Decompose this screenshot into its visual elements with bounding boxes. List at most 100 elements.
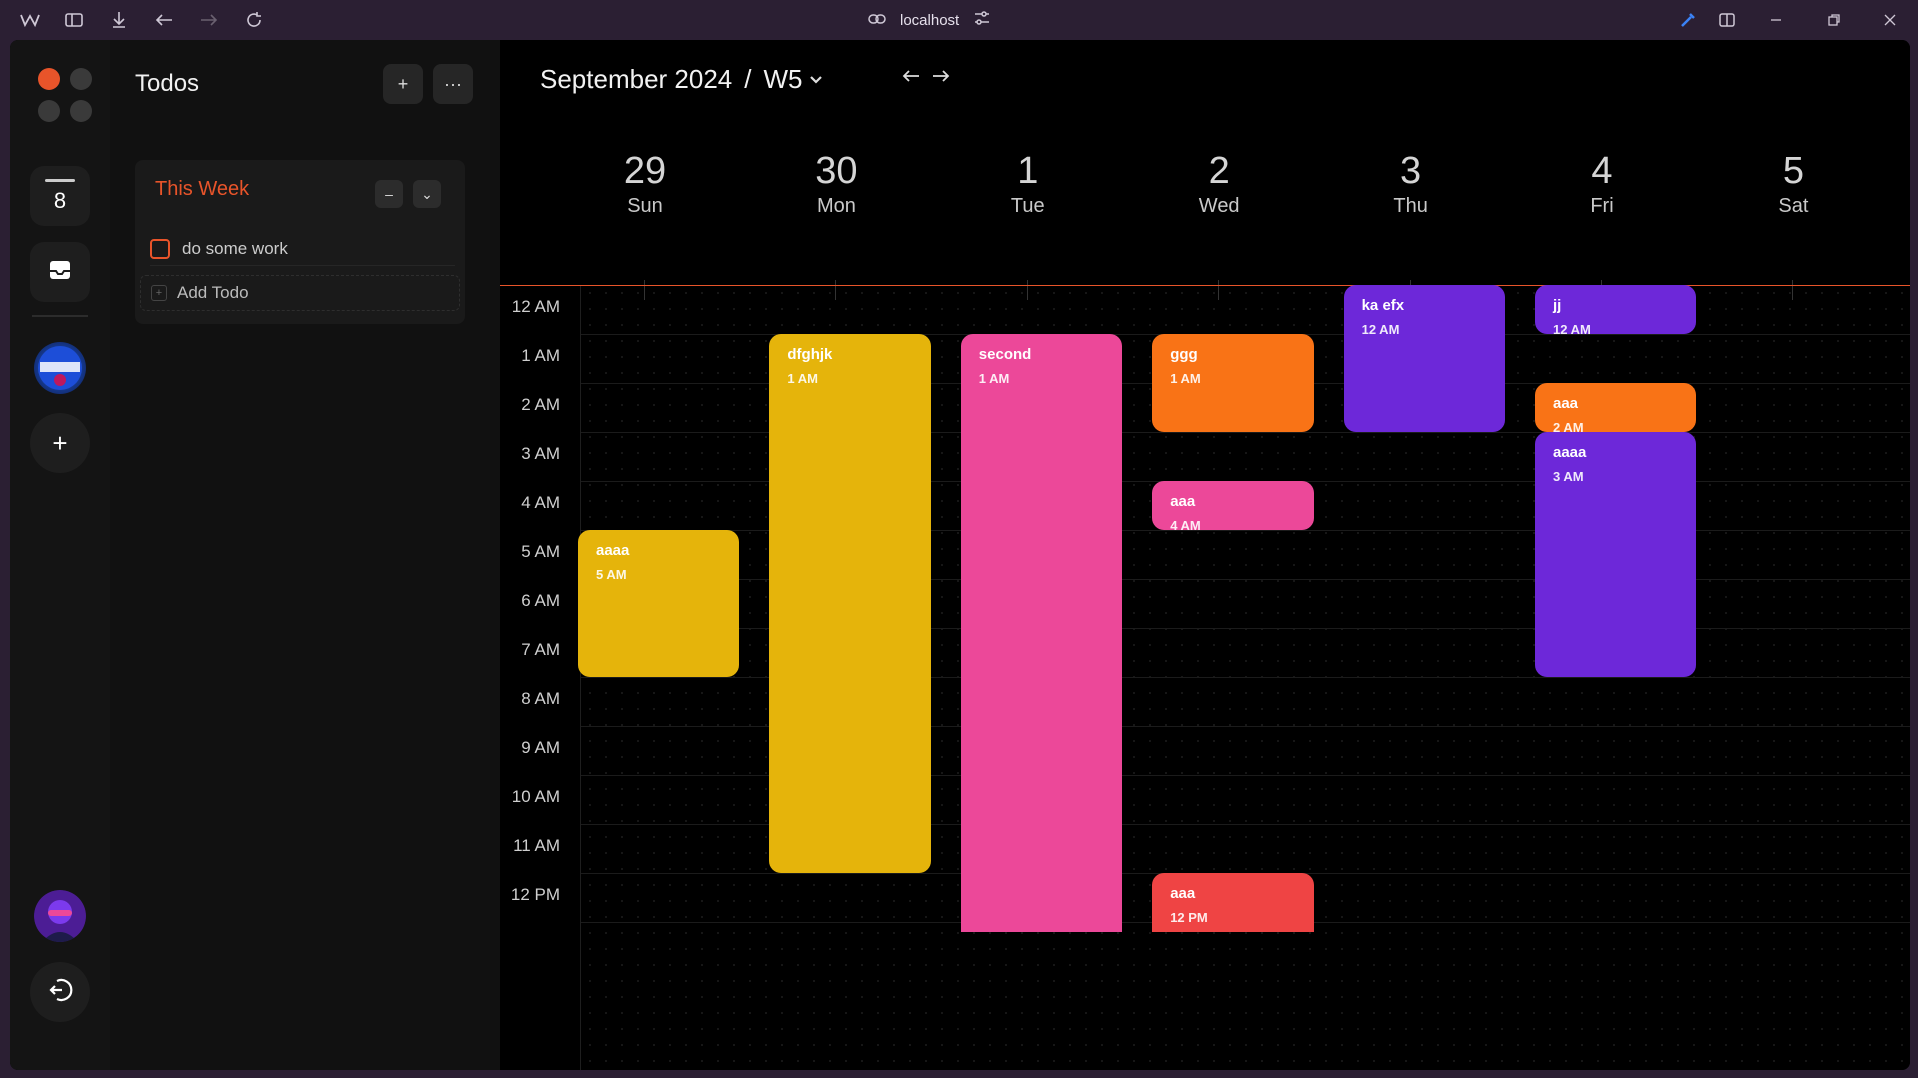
calendar-event[interactable]: second 1 AM (960, 334, 1123, 932)
day-header[interactable]: 29 Sun (570, 150, 720, 300)
plus-icon: + (52, 427, 68, 458)
user-avatar[interactable] (34, 890, 86, 942)
next-week-icon[interactable] (932, 64, 950, 90)
event-time: 1 AM (1170, 371, 1201, 386)
collapse-section-button[interactable]: – (375, 180, 403, 208)
minimize-icon[interactable] (1764, 8, 1788, 32)
download-icon[interactable] (107, 8, 131, 32)
todo-item[interactable]: do some work (150, 232, 455, 266)
sidebar-toggle-icon[interactable] (62, 8, 86, 32)
hour-label: 12 PM (510, 885, 560, 904)
calendar-event[interactable]: dfghjk 1 AM (769, 334, 931, 873)
event-title: ka efx (1361, 297, 1405, 314)
calendar-event[interactable]: aaa 2 AM (1535, 383, 1697, 432)
hour-label: 11 AM (513, 836, 560, 855)
add-workspace-button[interactable]: + (30, 413, 90, 473)
day-name: Fri (1590, 195, 1614, 217)
todo-checkbox[interactable] (150, 238, 170, 259)
hour-label: 10 AM (511, 787, 560, 806)
hour-label: 5 AM (521, 542, 560, 561)
todos-panel: Todos + ··· This Week – ⌄ do some work +… (110, 40, 500, 1070)
day-header[interactable]: 4 Fri (1527, 150, 1677, 300)
hour-label: 1 AM (521, 346, 560, 365)
calendar-event[interactable]: aaaa 5 AM (578, 530, 740, 677)
address-bar[interactable]: localhost (868, 9, 991, 31)
forward-icon[interactable] (197, 8, 221, 32)
hour-label: 6 AM (521, 591, 560, 610)
day-header[interactable]: 2 Wed (1144, 150, 1294, 300)
event-time: 3 AM (1553, 469, 1584, 484)
day-header[interactable]: 30 Mon (761, 150, 911, 300)
event-title: aaaa (596, 542, 630, 559)
calendar-event[interactable]: ggg 1 AM (1152, 334, 1314, 432)
calendar-event[interactable]: aaa 4 AM (1152, 481, 1314, 530)
day-number: 1 (1017, 150, 1039, 192)
browser-logo-icon[interactable] (18, 8, 42, 32)
week-selector[interactable]: W5 (763, 64, 823, 95)
header-separator: / (744, 64, 752, 94)
day-name: Sat (1778, 195, 1809, 217)
app-switcher-dot[interactable] (70, 68, 92, 90)
app-switcher-dot[interactable] (38, 68, 60, 90)
day-number: 5 (1782, 150, 1804, 192)
calendar-event[interactable]: aaa 12 PM (1152, 873, 1314, 932)
expand-section-button[interactable]: ⌄ (413, 180, 441, 208)
calendar-event[interactable]: aaaa 3 AM (1535, 432, 1697, 677)
event-title: dfghjk (787, 346, 833, 363)
day-number: 29 (623, 150, 667, 192)
split-view-icon[interactable] (1715, 8, 1739, 32)
event-time: 1 AM (978, 371, 1010, 386)
app-switcher-dot[interactable] (70, 100, 92, 122)
add-todo-button[interactable]: + Add Todo (140, 275, 460, 311)
restore-icon[interactable] (1822, 8, 1846, 32)
day-number: 2 (1208, 150, 1230, 192)
url-text[interactable]: localhost (900, 12, 959, 29)
hour-label: 2 AM (521, 395, 560, 414)
add-todo-plus-icon: + (151, 285, 167, 301)
todos-title: Todos (135, 70, 200, 97)
event-title: aaa (1170, 493, 1196, 510)
day-name: Sun (627, 195, 663, 217)
day-name: Tue (1010, 195, 1045, 217)
eyedropper-icon[interactable] (1676, 8, 1700, 32)
calendar-day-button[interactable]: 8 (30, 166, 90, 226)
hour-label: 4 AM (521, 493, 560, 512)
day-header[interactable]: 5 Sat (1718, 150, 1868, 300)
event-title: aaa (1170, 885, 1196, 902)
app-switcher-dot[interactable] (38, 100, 60, 122)
hour-label: 3 AM (521, 444, 560, 463)
close-icon[interactable] (1878, 8, 1902, 32)
day-name: Wed (1198, 195, 1240, 217)
day-name: Thu (1393, 195, 1428, 217)
workspace-avatar[interactable] (34, 342, 86, 394)
time-axis-line (580, 285, 581, 1070)
calendar-icon-bar (45, 178, 75, 182)
day-header[interactable]: 3 Thu (1336, 150, 1486, 300)
day-header[interactable]: 1 Tue (953, 150, 1103, 300)
calendar-header: September 2024 / W5 (540, 64, 823, 95)
day-number: 4 (1591, 150, 1613, 192)
section-title: This Week (155, 178, 250, 200)
logout-icon (47, 977, 73, 1008)
event-title: aaaa (1553, 444, 1587, 461)
link-icon (868, 12, 886, 29)
previous-week-icon[interactable] (902, 64, 920, 90)
week-navigation (902, 64, 950, 90)
event-time: 12 PM (1170, 910, 1208, 925)
day-name: Mon (816, 195, 856, 217)
site-settings-icon[interactable] (973, 10, 991, 30)
event-title: jj (1553, 297, 1562, 314)
add-list-button[interactable]: + (383, 64, 423, 104)
inbox-button[interactable] (30, 242, 90, 302)
logout-button[interactable] (30, 962, 90, 1022)
calendar-event[interactable]: ka efx 12 AM (1343, 285, 1505, 432)
add-todo-label: Add Todo (177, 283, 249, 302)
more-options-button[interactable]: ··· (433, 64, 473, 104)
calendar-event[interactable]: jj 12 AM (1535, 285, 1697, 334)
event-title: aaa (1553, 395, 1579, 412)
back-icon[interactable] (152, 8, 176, 32)
reload-icon[interactable] (242, 8, 266, 32)
calendar-day-number: 8 (53, 187, 67, 213)
rail-divider (32, 315, 88, 317)
hour-label: 9 AM (521, 738, 560, 757)
